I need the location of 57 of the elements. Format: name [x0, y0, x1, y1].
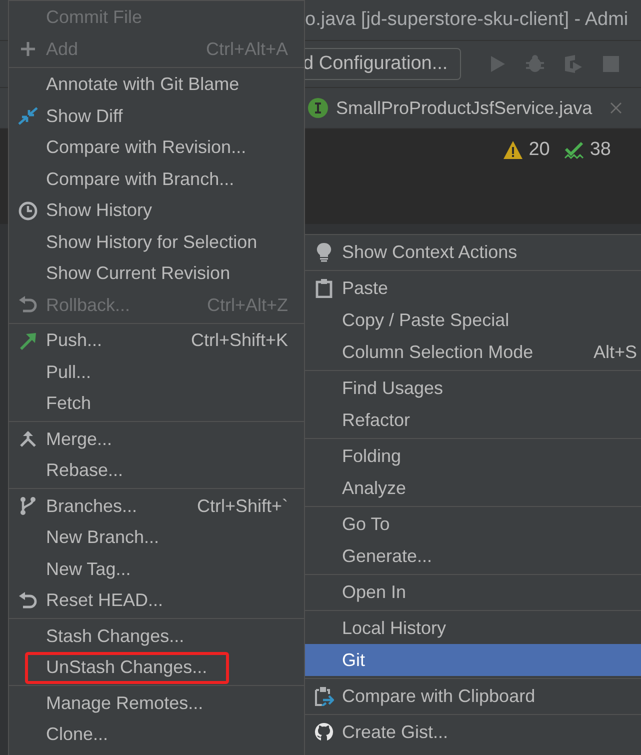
menu-item[interactable]: Show Diff [9, 100, 304, 132]
stop-icon[interactable] [600, 54, 621, 74]
arrow-icon [18, 330, 38, 351]
menu-item[interactable]: Rebase... [9, 455, 304, 486]
undo-icon [18, 590, 38, 611]
menu-item[interactable]: Open In [305, 576, 641, 608]
shortcut-label: Ctrl+Shift+` [196, 496, 289, 517]
menu-item[interactable]: New Tag... [9, 554, 304, 585]
check-icon[interactable] [564, 140, 584, 160]
menu-item[interactable]: Pull... [9, 356, 304, 388]
menu-item[interactable]: Stash Changes... [9, 620, 304, 652]
close-icon[interactable] [610, 102, 622, 114]
menu-item[interactable]: Generate... [305, 540, 641, 572]
coverage-icon[interactable] [562, 54, 583, 74]
merge-icon [18, 429, 38, 450]
menu-item[interactable]: Compare with Revision... [9, 132, 304, 164]
window-title: o.java [jd-superstore-sku-client] - Admi [305, 9, 628, 31]
menu-item[interactable]: Refactor [305, 404, 641, 436]
menu-item[interactable]: Clone... [9, 719, 304, 750]
clipboard-icon [314, 278, 334, 298]
menu-item[interactable]: Branches... Ctrl+Shift+` [9, 490, 304, 522]
warning-count: 20 [528, 139, 550, 161]
menu-item[interactable]: Merge... [9, 424, 304, 455]
menu-item[interactable]: Show History for Selection [9, 226, 304, 258]
shortcut-label: Alt+S [593, 342, 638, 362]
menu-item[interactable]: UnStash Changes... [9, 652, 304, 684]
arrows-icon [18, 106, 38, 126]
menu-item[interactable]: Go To [305, 508, 641, 540]
menu-item[interactable]: Compare with Branch... [9, 164, 304, 195]
interface-icon [308, 98, 328, 118]
debug-icon[interactable] [524, 54, 545, 74]
github-icon [314, 722, 334, 742]
menu-item[interactable]: Git [305, 644, 641, 676]
menu-item[interactable]: Analyze [305, 472, 641, 504]
menu-item[interactable]: Paste [305, 272, 641, 304]
editor-tab[interactable]: SmallProProductJsfService.java [308, 88, 622, 128]
menu-item[interactable]: Show Current Revision [9, 258, 304, 290]
menu-item[interactable]: Find Usages [305, 372, 641, 404]
weak-warning-count: 38 [590, 139, 611, 161]
menu-item[interactable]: Column Selection Mode Alt+S [305, 336, 641, 368]
menu-item[interactable]: Reset HEAD... [9, 585, 304, 616]
menu-item[interactable]: Show History [9, 195, 304, 226]
menu-item[interactable]: Push... Ctrl+Shift+K [9, 325, 304, 356]
menu-item[interactable]: Show Context Actions [305, 236, 641, 268]
clock-icon [18, 200, 38, 221]
clipboard-arrow-icon [314, 686, 334, 706]
menu-item[interactable]: Folding [305, 440, 641, 472]
menu-item[interactable]: Create Gist... [305, 716, 641, 748]
shortcut-label: Ctrl+Shift+K [190, 330, 289, 352]
branch-icon [18, 496, 38, 516]
menu-item[interactable]: Fetch [9, 388, 304, 420]
menu-item[interactable]: Compare with Clipboard [305, 680, 641, 712]
menu-item[interactable]: Manage Remotes... [9, 688, 304, 719]
menu-item[interactable]: New Branch... [9, 522, 304, 554]
warning-icon[interactable] [502, 140, 523, 160]
menu-item[interactable]: Copy / Paste Special [305, 304, 641, 336]
menu-item[interactable]: Local History [305, 612, 641, 644]
